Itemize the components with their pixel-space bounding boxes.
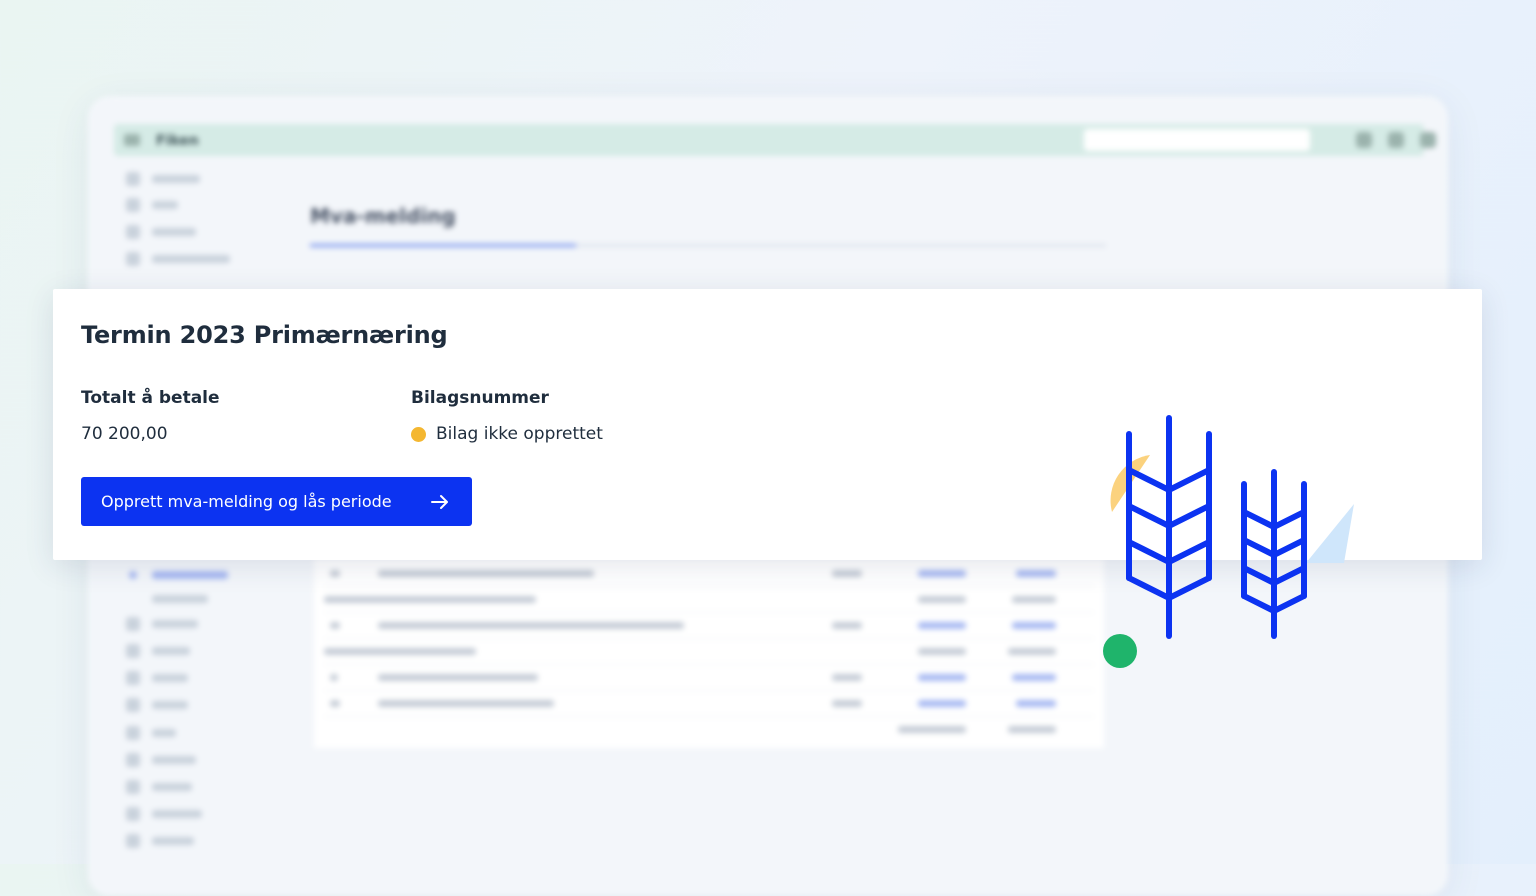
decorative-illustration: [1103, 415, 1354, 668]
green-dot-shape: [1103, 634, 1137, 668]
wheat-icon: [1126, 415, 1307, 639]
lightblue-triangle-shape: [1306, 504, 1354, 563]
